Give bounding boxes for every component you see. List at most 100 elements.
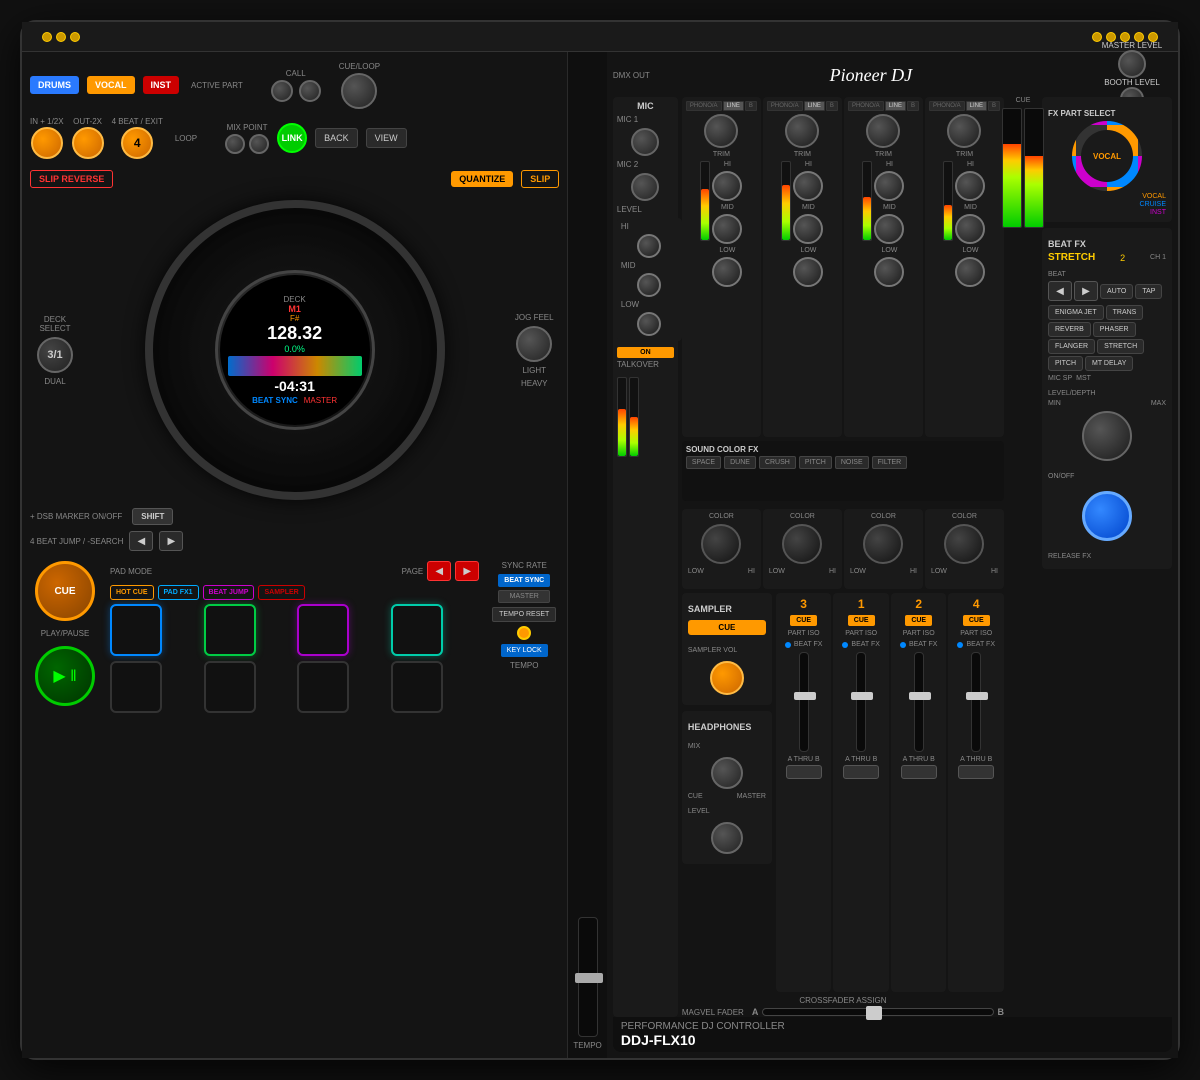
mic1-knob[interactable] (631, 128, 659, 156)
pad-fx1-mode-button[interactable]: PAD FX1 (158, 585, 199, 600)
ch3-hi-knob[interactable] (712, 171, 742, 201)
scfx-noise[interactable]: NOISE (835, 456, 869, 469)
slip-reverse-button[interactable]: SLIP REVERSE (30, 170, 113, 188)
pad-8[interactable] (391, 661, 443, 713)
color-knob-1[interactable] (782, 524, 822, 564)
mic-hi-knob[interactable] (637, 234, 661, 258)
fx-echo[interactable]: MT DELAY (1085, 356, 1133, 371)
fx-phaser[interactable]: PHASER (1093, 322, 1136, 337)
ch4-ab-switch[interactable] (958, 765, 994, 779)
tempo-fader[interactable] (578, 917, 598, 1037)
hot-cue-mode-button[interactable]: HOT CUE (110, 585, 154, 600)
ch1-fader-handle[interactable] (851, 692, 873, 700)
pad-1[interactable] (110, 604, 162, 656)
page-right[interactable]: ▶ (455, 561, 479, 581)
crossfader-track[interactable] (762, 1008, 993, 1016)
link-button[interactable]: LINK (277, 123, 307, 153)
fx-reverb[interactable]: REVERB (1048, 322, 1091, 337)
call-knob-2[interactable] (299, 80, 321, 102)
color-knob-3[interactable] (701, 524, 741, 564)
ch2-fader[interactable] (914, 652, 924, 752)
ch2-mid-knob[interactable] (874, 214, 904, 244)
fx-roll[interactable]: PITCH (1048, 356, 1083, 371)
ch4-fader[interactable] (971, 652, 981, 752)
ch3-cue-btn[interactable]: CUE (790, 615, 817, 626)
ch2-phono[interactable]: PHONO/A (848, 101, 884, 111)
jog-feel-knob[interactable] (516, 326, 552, 362)
ch2-trim-knob[interactable] (866, 114, 900, 148)
beat-jump-left[interactable]: ◀ (129, 531, 153, 551)
crossfader-handle[interactable] (866, 1006, 882, 1020)
pad-6[interactable] (204, 661, 256, 713)
beat-sync-button[interactable]: BEAT SYNC (498, 574, 550, 587)
tempo-reset-button[interactable]: TEMPO RESET (492, 607, 556, 622)
master-button[interactable]: MASTER (498, 590, 550, 603)
beat-jump-right[interactable]: ▶ (159, 531, 183, 551)
ch2-ab-switch[interactable] (901, 765, 937, 779)
pad-4[interactable] (391, 604, 443, 656)
mic-low-knob[interactable] (637, 312, 661, 336)
slip-button[interactable]: SLIP (521, 170, 559, 188)
tap-btn[interactable]: TAP (1135, 284, 1162, 299)
ch4-hi-knob[interactable] (955, 171, 985, 201)
scfx-filter[interactable]: FILTER (872, 456, 908, 469)
pad-5[interactable] (110, 661, 162, 713)
quantize-button[interactable]: QUANTIZE (451, 171, 513, 187)
cue-loop-knob[interactable] (341, 73, 377, 109)
ch1-fader[interactable] (856, 652, 866, 752)
sampler-cue-button[interactable]: CUE (688, 620, 766, 635)
ch1-trim-knob[interactable] (785, 114, 819, 148)
ch1-low-knob[interactable] (793, 257, 823, 287)
ch4-phono[interactable]: PHONO/A (929, 101, 965, 111)
vocal-button[interactable]: VOCAL (87, 76, 135, 94)
inst-button[interactable]: INST (143, 76, 180, 94)
cue-big-button[interactable]: CUE (35, 561, 95, 621)
tempo-fader-handle[interactable] (575, 973, 603, 983)
call-knob[interactable] (271, 80, 293, 102)
fx-stretch[interactable]: STRETCH (1097, 339, 1144, 354)
jogwheel[interactable]: DECK M1 F# 128.32 0.0% -04:31 BE (145, 200, 445, 500)
in-knob[interactable] (31, 127, 63, 159)
view-button[interactable]: VIEW (366, 128, 407, 148)
out-knob[interactable] (72, 127, 104, 159)
tempo-range-indicator[interactable] (517, 626, 531, 640)
ch3-low-knob[interactable] (712, 257, 742, 287)
ch3-mid-knob[interactable] (712, 214, 742, 244)
ch4-trim-knob[interactable] (947, 114, 981, 148)
ch3-fader-handle[interactable] (794, 692, 816, 700)
ch1-mid-knob[interactable] (793, 214, 823, 244)
ch1-hi-knob[interactable] (793, 171, 823, 201)
ch3-line[interactable]: LINE (723, 101, 744, 111)
hp-mix-knob[interactable] (711, 757, 743, 789)
ch2-low-knob[interactable] (874, 257, 904, 287)
key-lock-button[interactable]: KEY LOCK (501, 644, 548, 657)
beat-right[interactable]: ▶ (1074, 281, 1098, 301)
ch4-mid-knob[interactable] (955, 214, 985, 244)
ch1-line[interactable]: LINE (804, 101, 825, 111)
page-left[interactable]: ◀ (427, 561, 451, 581)
deck-number[interactable]: 3/1 (37, 337, 73, 373)
beat-jump-mode-button[interactable]: BEAT JUMP (203, 585, 255, 600)
scfx-pitch[interactable]: PITCH (799, 456, 832, 469)
color-knob-4[interactable] (944, 524, 984, 564)
fx-flanger[interactable]: FLANGER (1048, 339, 1095, 354)
level-depth-knob[interactable] (1082, 411, 1132, 461)
sampler-mode-button[interactable]: SAMPLER (258, 585, 304, 600)
scfx-crush[interactable]: CRUSH (759, 456, 796, 469)
scfx-space[interactable]: SPACE (686, 456, 721, 469)
ch3-phono[interactable]: PHONO/A (686, 101, 722, 111)
drums-button[interactable]: DRUMS (30, 76, 79, 94)
master-level-knob[interactable] (1118, 50, 1146, 78)
beat-left[interactable]: ◀ (1048, 281, 1072, 301)
pad-2[interactable] (204, 604, 256, 656)
sampler-vol-knob[interactable] (710, 661, 744, 695)
ch3-fader[interactable] (799, 652, 809, 752)
mix-point-knob[interactable] (225, 134, 245, 154)
mix-point-knob-2[interactable] (249, 134, 269, 154)
back-button[interactable]: BACK (315, 128, 358, 148)
release-fx-button[interactable] (1082, 491, 1132, 541)
ch1-b[interactable]: B (826, 101, 838, 111)
ch3-b[interactable]: B (745, 101, 757, 111)
ch1-phono[interactable]: PHONO/A (767, 101, 803, 111)
ch4-fader-handle[interactable] (966, 692, 988, 700)
